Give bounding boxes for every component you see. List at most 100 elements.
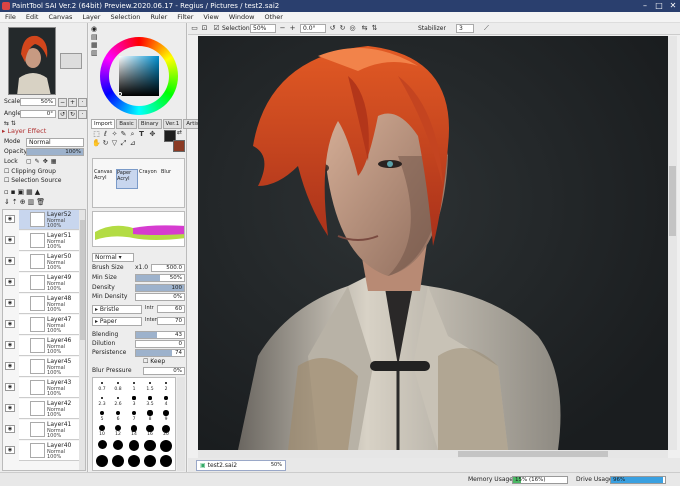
select-rect-icon[interactable]: ⬚ [92,130,101,139]
density-slider[interactable]: 100 [135,284,185,292]
layer-row[interactable]: ◉ Layer46 Normal 100% [5,336,81,356]
flip-icons[interactable]: ⇆ ⇅ [4,120,16,127]
vertical-scroll-thumb[interactable] [669,166,676,236]
eye-icon[interactable]: ◉ [5,236,15,244]
eye-icon[interactable]: ◉ [5,446,15,454]
brush-size-cell[interactable]: 9 [159,409,173,423]
eye-icon[interactable]: ◉ [5,383,15,391]
brush-size-cell[interactable]: 0.7 [95,379,109,393]
zoom-icon[interactable]: ⌕ [128,130,137,139]
layer-effect-header[interactable]: ▸ Layer Effect [2,127,46,135]
menu-file[interactable]: File [0,12,21,23]
blend-mode-select[interactable]: Normal [26,138,84,147]
layer-row[interactable]: ◉ Layer51 Normal 100% [5,231,81,251]
drawing-canvas[interactable] [198,36,668,450]
minimize-icon[interactable]: – [638,1,652,11]
menu-other[interactable]: Other [259,12,287,23]
brush-size-cell[interactable]: 8 [143,409,157,423]
brush-size-cell[interactable]: 20 [159,424,173,438]
flip-vertical-icon[interactable]: ⇅ [370,24,379,33]
color-wheel[interactable] [100,37,178,115]
tool-canvas-acryl[interactable]: Canvas Acryl [94,169,116,189]
layer-row[interactable]: ◉ Layer52 Normal 100% [5,210,81,230]
crop-icon[interactable]: ⊡ [200,24,209,33]
brush-size-cell[interactable] [95,439,109,453]
texture2-select[interactable]: ▸ Paper [92,317,142,326]
zoom-in-icon[interactable]: + [68,98,77,107]
rotation-select[interactable]: 0.0° [300,24,326,33]
lock-icons[interactable]: ▢✎✥▦ [26,158,59,165]
texture1-select[interactable]: ▸ Bristle [92,305,142,314]
min-size-slider[interactable]: 50% [135,274,185,282]
zoom-minus-icon[interactable]: − [278,24,287,33]
brush-size-multiplier[interactable]: x1.0 [135,263,148,272]
menu-edit[interactable]: Edit [21,12,44,23]
brush-size-cell[interactable]: 7 [127,409,141,423]
brush-size-slider[interactable]: 500.0 [151,264,185,272]
tool-crayon[interactable]: Crayon [139,169,161,189]
selection-source-row[interactable]: ☐ Selection Source [4,176,61,185]
persistence-slider[interactable]: 74 [135,349,185,357]
zoom-plus-icon[interactable]: + [288,24,297,33]
menu-view[interactable]: View [198,12,223,23]
brush-size-scrollbar[interactable] [177,377,185,471]
brush-size-cell[interactable]: 3.5 [143,394,157,408]
move-icon[interactable]: ✥ [148,130,157,139]
layer-scrollbar[interactable] [79,210,85,470]
canvas-vertical-scrollbar[interactable] [668,36,677,450]
menu-layer[interactable]: Layer [77,12,105,23]
zoom-out-icon[interactable]: − [58,98,67,107]
eye-icon[interactable]: ◉ [5,404,15,412]
brush-size-cell[interactable]: 1 [127,379,141,393]
eye-icon[interactable]: ◉ [5,320,15,328]
layer-row[interactable]: ◉ Layer49 Normal 100% [5,273,81,293]
text-icon[interactable]: T [137,130,146,139]
brush-size-cell[interactable]: 1.5 [143,379,157,393]
brush-size-cell[interactable] [143,454,157,468]
brush-size-cell[interactable] [127,439,141,453]
brush-size-cell[interactable] [95,454,109,468]
brush-size-cell[interactable]: 16 [143,424,157,438]
brush-size-cell[interactable]: 2 [159,379,173,393]
brush-size-cell[interactable]: 6 [111,409,125,423]
eye-icon[interactable]: ◉ [5,341,15,349]
tab-binary[interactable]: Binary [137,119,162,129]
brush-size-cell[interactable]: 0.8 [111,379,125,393]
secondary-color-swatch[interactable] [173,140,185,152]
blur-pressure-slider[interactable]: 0% [143,367,185,375]
maximize-icon[interactable]: □ [652,1,666,11]
layer-row[interactable]: ◉ Layer41 Normal 100% [5,420,81,440]
brush-size-cell[interactable] [127,454,141,468]
zoom-reset-icon[interactable]: · [78,98,87,107]
menu-canvas[interactable]: Canvas [43,12,77,23]
texture2-slider[interactable]: 70 [157,317,185,325]
angle-slider[interactable]: 0° [20,110,56,118]
canvas-horizontal-scrollbar[interactable] [198,450,668,458]
horizontal-scroll-thumb[interactable] [458,451,608,457]
tool-paper-acryl[interactable]: Paper Acryl [116,169,138,189]
menu-filter[interactable]: Filter [172,12,198,23]
brush-size-cell[interactable]: 14 [127,424,141,438]
deselect-icon[interactable]: ▭ [190,24,199,33]
eye-icon[interactable]: ◉ [5,257,15,265]
layer-row[interactable]: ◉ Layer40 Normal 100% [5,441,81,461]
tab-ver1[interactable]: Ver.1 [162,119,183,129]
stabilizer-select[interactable]: 3 [456,24,474,33]
document-tab[interactable]: ▣ test2.sai2 50% [196,460,286,471]
rotate-right-icon[interactable]: ↻ [68,110,77,119]
layer-row[interactable]: ◉ Layer50 Normal 100% [5,252,81,272]
flip-horizontal-icon[interactable]: ⇆ [360,24,369,33]
brush-size-cell[interactable]: 3 [127,394,141,408]
brush-size-cell[interactable]: 4 [159,394,173,408]
menu-selection[interactable]: Selection [105,12,145,23]
color-mode-icons[interactable]: ◉ ▤ ▦ ▥ [91,25,98,57]
show-selection-icon[interactable]: ☑ [212,24,221,33]
brush-size-cell[interactable] [111,439,125,453]
layer-buttons-row1[interactable]: ▫▪▣▦▲ [4,188,42,196]
rotate-ccw-icon[interactable]: ↺ [328,24,337,33]
eyedropper-icon[interactable]: ✎ [119,130,128,139]
eye-icon[interactable]: ◉ [5,278,15,286]
brush-size-cell[interactable] [159,454,173,468]
brush-size-cell[interactable]: 5 [95,409,109,423]
pen-pressure-icon[interactable]: ⟋ [482,24,491,33]
